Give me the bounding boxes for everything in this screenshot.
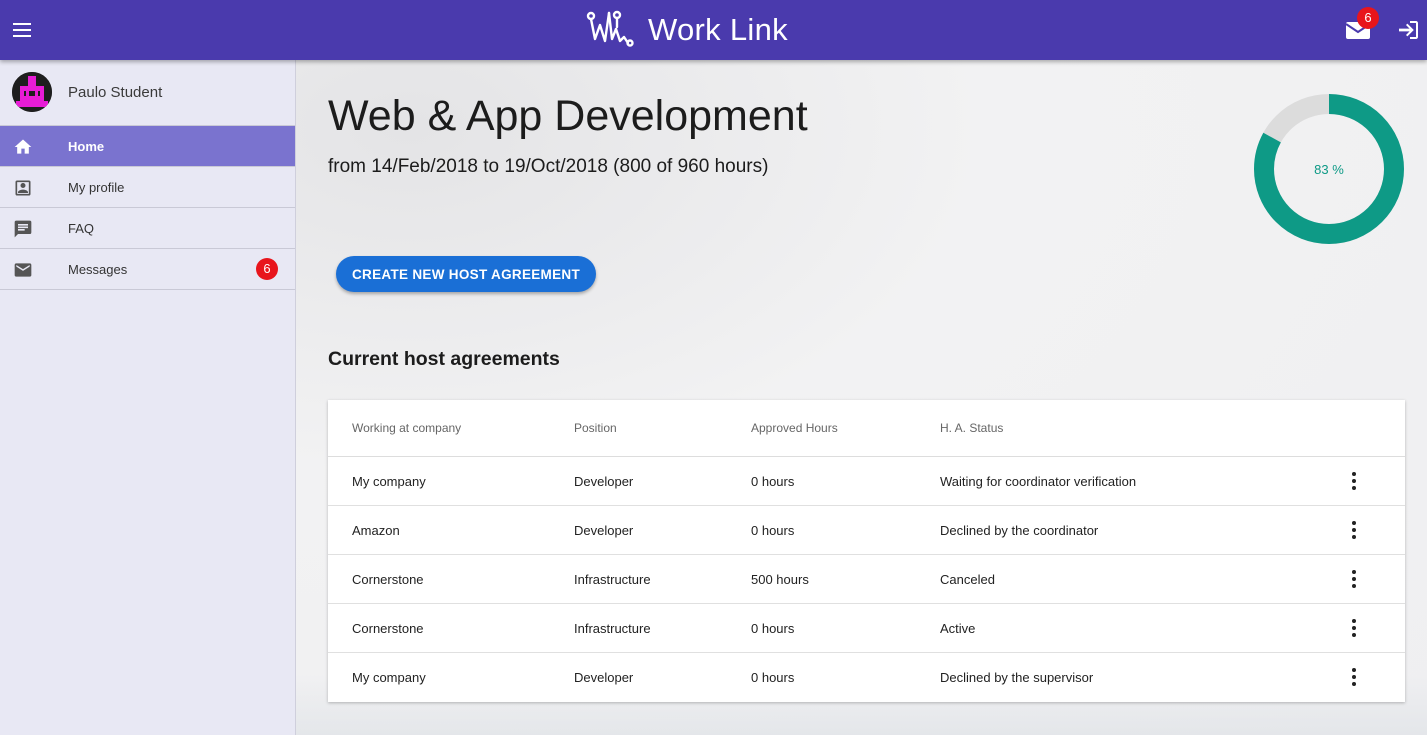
- cell-position: Developer: [574, 523, 634, 538]
- cell-hours: 0 hours: [751, 523, 795, 538]
- sidebar-item-label: My profile: [68, 180, 125, 195]
- column-header: Position: [574, 421, 617, 435]
- profile-icon: [15, 180, 31, 196]
- user-name: Paulo Student: [68, 84, 163, 101]
- cell-position: Developer: [574, 670, 634, 685]
- messages-badge: 6: [256, 258, 278, 280]
- table-row[interactable]: Amazon Developer 0 hours Declined by the…: [328, 506, 1405, 555]
- sidebar-item-label: Messages: [68, 262, 128, 277]
- mail-badge: 6: [1357, 7, 1379, 29]
- avatar: [12, 72, 52, 112]
- more-vert-icon[interactable]: [1344, 519, 1364, 541]
- worklink-logo: [586, 10, 634, 47]
- cell-position: Developer: [574, 474, 634, 489]
- cell-hours: 0 hours: [751, 621, 795, 636]
- column-header: Approved Hours: [751, 421, 838, 435]
- logout-icon[interactable]: [1397, 18, 1421, 42]
- sidebar-item-faq[interactable]: FAQ: [0, 208, 295, 249]
- cell-company: Cornerstone: [352, 621, 424, 636]
- sidebar-item-my-profile[interactable]: My profile: [0, 167, 295, 208]
- course-title: Web & App Development: [328, 92, 808, 140]
- top-app-bar: Work Link 6: [0, 0, 1427, 60]
- sidebar: Paulo Student Home My profile FAQ Messag…: [0, 60, 296, 735]
- cell-status: Active: [940, 621, 976, 636]
- sidebar-item-label: Home: [68, 139, 105, 154]
- table-row[interactable]: Cornerstone Infrastructure 0 hours Activ…: [328, 604, 1405, 653]
- menu-icon[interactable]: [10, 18, 34, 42]
- column-header: H. A. Status: [940, 421, 1004, 435]
- cell-status: Declined by the coordinator: [940, 523, 1099, 538]
- sidebar-item-label: FAQ: [68, 221, 95, 236]
- sidebar-item-messages[interactable]: Messages 6: [0, 249, 295, 290]
- cell-company: Amazon: [352, 523, 400, 538]
- section-title: Current host agreements: [328, 348, 560, 370]
- cell-company: My company: [352, 474, 426, 489]
- mail-icon: [14, 263, 32, 277]
- more-vert-icon[interactable]: [1344, 470, 1364, 492]
- cell-position: Infrastructure: [574, 572, 651, 587]
- progress-label: 83 %: [1314, 162, 1344, 177]
- cell-status: Waiting for coordinator verification: [940, 474, 1137, 489]
- main-content: Web & App Development from 14/Feb/2018 t…: [296, 60, 1427, 735]
- user-row[interactable]: Paulo Student: [0, 60, 295, 126]
- brand[interactable]: Work Link: [586, 8, 788, 52]
- course-dates: from 14/Feb/2018 to 19/Oct/2018 (800 of …: [328, 156, 769, 177]
- cell-company: Cornerstone: [352, 572, 424, 587]
- table-row[interactable]: My company Developer 0 hours Declined by…: [328, 653, 1405, 702]
- more-vert-icon[interactable]: [1344, 617, 1364, 639]
- home-icon: [14, 139, 32, 154]
- table-header: Working at company Position Approved Hou…: [328, 400, 1405, 457]
- cell-hours: 500 hours: [751, 572, 809, 587]
- more-vert-icon[interactable]: [1344, 666, 1364, 688]
- app-title: Work Link: [648, 12, 788, 47]
- sidebar-item-home[interactable]: Home: [0, 126, 295, 167]
- progress-ring: 83 %: [1254, 94, 1404, 244]
- create-host-agreement-button[interactable]: CREATE NEW HOST AGREEMENT: [336, 256, 597, 292]
- faq-icon: [14, 220, 32, 238]
- table-row[interactable]: My company Developer 0 hours Waiting for…: [328, 457, 1405, 506]
- more-vert-icon[interactable]: [1344, 568, 1364, 590]
- column-header: Working at company: [352, 421, 462, 435]
- cell-position: Infrastructure: [574, 621, 651, 636]
- cell-company: My company: [352, 670, 426, 685]
- cell-hours: 0 hours: [751, 670, 795, 685]
- table-row[interactable]: Cornerstone Infrastructure 500 hours Can…: [328, 555, 1405, 604]
- cell-status: Canceled: [940, 572, 995, 587]
- cell-status: Declined by the supervisor: [940, 670, 1094, 685]
- cell-hours: 0 hours: [751, 474, 795, 489]
- host-agreements-table: Working at company Position Approved Hou…: [328, 400, 1405, 702]
